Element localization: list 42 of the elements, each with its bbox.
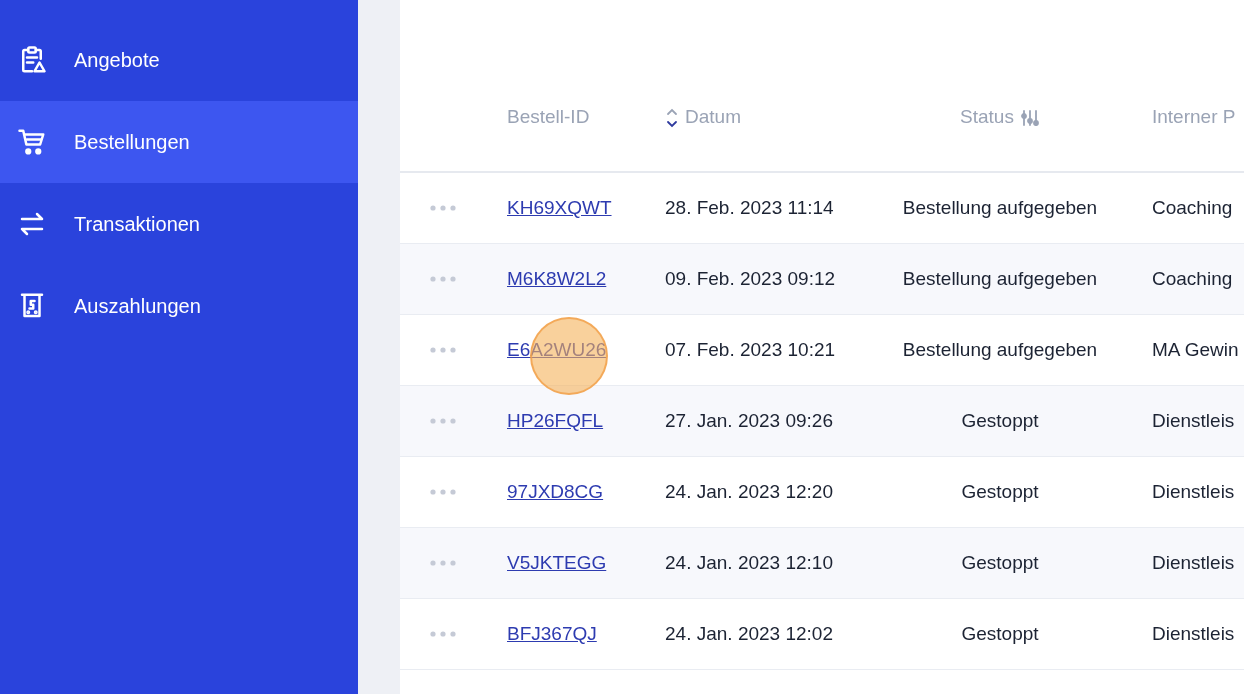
table-cell-text: Dienstleis <box>1151 479 1236 504</box>
table-cell-text: Dienstleis <box>1151 550 1236 575</box>
more-dots-icon[interactable] <box>430 205 456 211</box>
table-cell-text: Coaching <box>1151 195 1234 220</box>
more-dots-icon[interactable] <box>430 489 456 495</box>
column-header: Status <box>960 105 1014 130</box>
table-cell-text: Coaching <box>1151 266 1234 291</box>
table-cell-text: Bestellung aufgegeben <box>901 266 1099 291</box>
more-dots-icon[interactable] <box>430 560 456 566</box>
order-id-link[interactable]: V5JKTEGG <box>507 551 607 573</box>
column-header: Bestell-ID <box>507 105 590 130</box>
table-cell-text: 09. Feb. 2023 09:12 <box>665 266 837 291</box>
order-id-link[interactable]: 97JXD8CG <box>507 480 604 502</box>
table-cell-text: Gestoppt <box>960 621 1040 646</box>
order-id-link[interactable]: HP26FQFL <box>507 409 604 431</box>
table-cell-text: Gestoppt <box>960 479 1040 504</box>
table-cell-text: Bestellung aufgegeben <box>901 337 1099 362</box>
order-id-link[interactable]: KH69XQWT <box>507 196 612 218</box>
table-cell-text: 24. Jan. 2023 12:02 <box>665 621 834 646</box>
table-cell-text: Dienstleis <box>1151 408 1236 433</box>
table-cell-text: 07. Feb. 2023 10:21 <box>665 337 837 362</box>
more-dots-icon[interactable] <box>430 418 456 424</box>
table-cell-text: MA Gewin <box>1151 337 1240 362</box>
sort-icon[interactable] <box>665 106 679 129</box>
more-dots-icon[interactable] <box>430 276 456 282</box>
sidebar-item[interactable]: Bestellungen <box>0 101 358 183</box>
order-id-link[interactable]: M6K8W2L2 <box>507 267 607 289</box>
table-cell-text: Dienstleis <box>1151 621 1236 646</box>
table-cell-text: 24. Jan. 2023 12:20 <box>665 479 834 504</box>
table-cell-text: Gestoppt <box>960 550 1040 575</box>
column-header: Interner P <box>1152 105 1236 130</box>
table-cell-text: 24. Jan. 2023 12:10 <box>665 550 834 575</box>
column-header: Datum <box>685 105 741 130</box>
more-dots-icon[interactable] <box>430 631 456 637</box>
table-cell-text: 28. Feb. 2023 11:14 <box>665 195 835 220</box>
table-cell-text: 27. Jan. 2023 09:26 <box>665 408 834 433</box>
cart-icon <box>17 127 47 157</box>
order-id-link[interactable]: BFJ367QJ <box>507 622 597 644</box>
more-dots-icon[interactable] <box>430 347 456 353</box>
table-cell-text: Bestellung aufgegeben <box>901 195 1099 220</box>
table-cell-text: Gestoppt <box>960 408 1040 433</box>
filter-sliders-icon[interactable] <box>1019 107 1040 128</box>
